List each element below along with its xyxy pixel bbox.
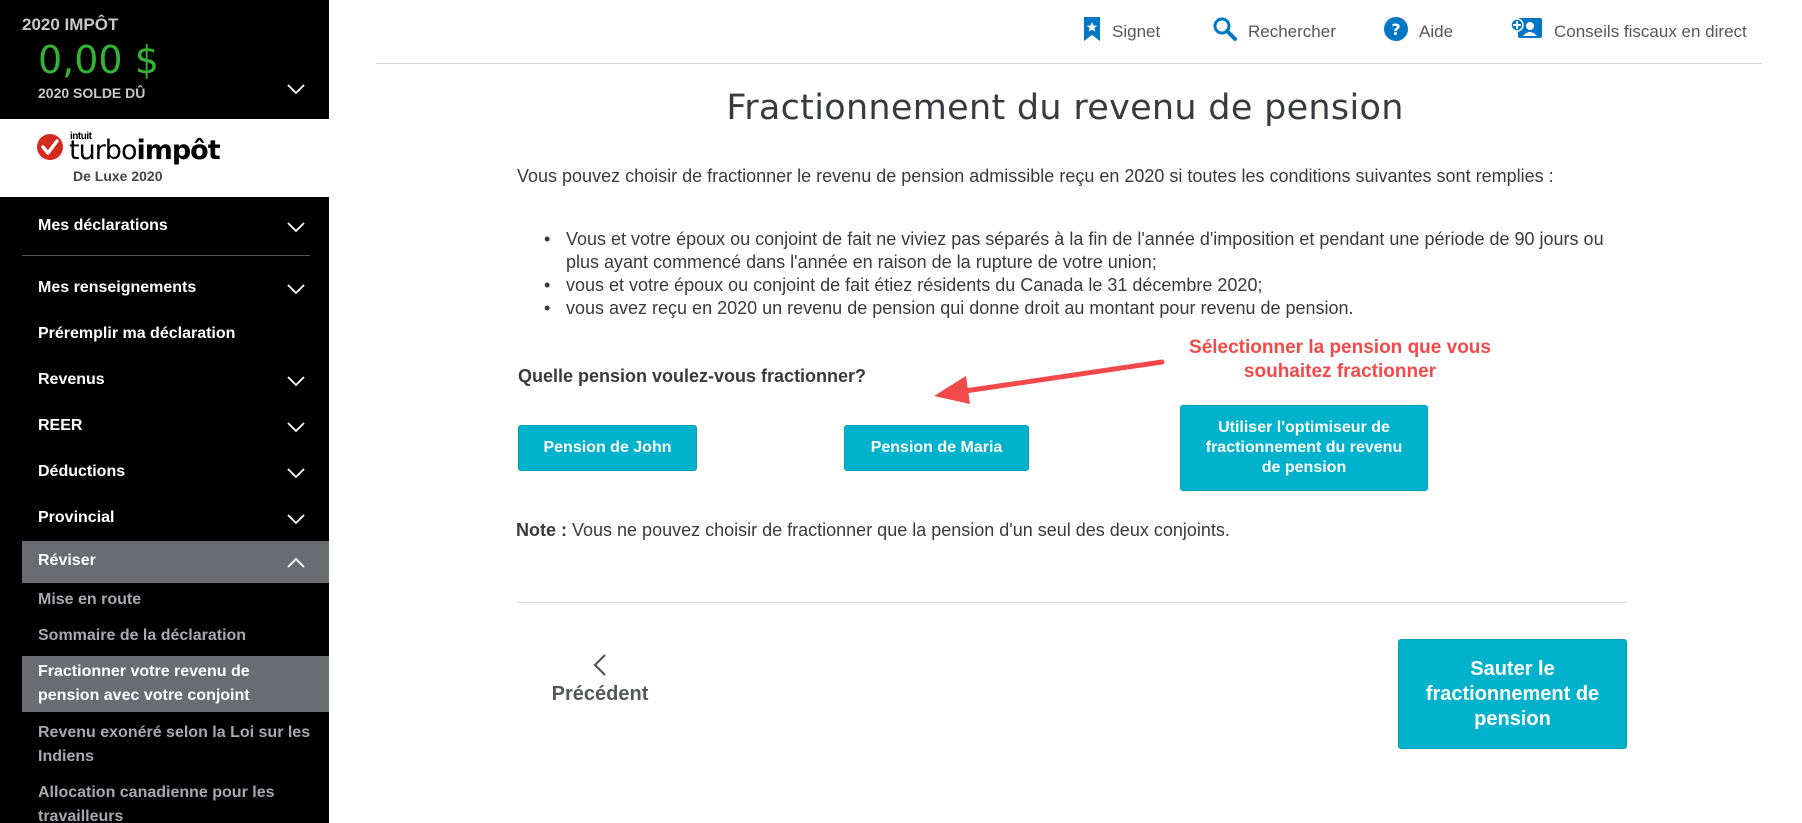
pension-optimizer-button[interactable]: Utiliser l'optimiseur de fractionnement … [1180, 405, 1428, 491]
page-title: Fractionnement du revenu de pension [726, 88, 1404, 128]
sidebar-item-provincial[interactable]: Provincial [0, 498, 329, 538]
list-item: Vous et votre époux ou conjoint de fait … [540, 228, 1620, 274]
help-link[interactable]: ? Aide [1383, 16, 1453, 47]
chevron-down-icon [287, 282, 305, 300]
sidebar-subitem-fractionner[interactable]: Fractionner votre revenu de pension avec… [22, 656, 329, 712]
checkmark-logo-icon [36, 133, 64, 166]
sidebar-subitem-mise-en-route[interactable]: Mise en route [38, 588, 318, 612]
chevron-down-icon [287, 512, 305, 530]
intro-text: Vous pouvez choisir de fractionner le re… [517, 166, 1554, 186]
balance-panel[interactable]: 2020 IMPÔT 0,00 $ 2020 SOLDE DÛ [0, 0, 329, 119]
brand-bold: impôt [136, 135, 220, 166]
sidebar-item-reer[interactable]: REER [0, 406, 329, 446]
top-bar: Signet Rechercher ? Aide Conseils fiscau… [376, 0, 1762, 64]
sidebar: 2020 IMPÔT 0,00 $ 2020 SOLDE DÛ intuit t… [0, 0, 329, 823]
sidebar-subitem-sommaire[interactable]: Sommaire de la déclaration [38, 624, 318, 648]
edition-label: De Luxe 2020 [73, 168, 163, 184]
live-advice-link[interactable]: Conseils fiscaux en direct [1510, 16, 1747, 47]
sidebar-item-label: Préremplir ma déclaration [38, 325, 236, 342]
live-advice-label: Conseils fiscaux en direct [1554, 21, 1747, 41]
help-icon: ? [1383, 16, 1419, 47]
sidebar-item-label: Réviser [38, 552, 96, 569]
brand-light: turbo [69, 135, 137, 166]
annotation-arrow-icon [930, 350, 1170, 415]
note-body: Vous ne pouvez choisir de fractionner qu… [567, 520, 1230, 540]
sidebar-subitem-allocation[interactable]: Allocation canadienne pour les travaille… [38, 781, 318, 823]
product-logo: intuit turboimpôt De Luxe 2020 [0, 119, 329, 197]
bookmark-link[interactable]: Signet [1082, 16, 1160, 47]
annotation-text: Sélectionner la pension que vous souhait… [1189, 337, 1491, 382]
svg-text:?: ? [1391, 20, 1400, 39]
help-label: Aide [1419, 21, 1454, 41]
sidebar-divider [22, 255, 310, 256]
sidebar-item-revenus[interactable]: Revenus [0, 360, 329, 400]
conditions-list: Vous et votre époux ou conjoint de fait … [540, 228, 1620, 320]
sidebar-item-label: REER [38, 417, 83, 434]
sidebar-item-label: Mes renseignements [38, 279, 197, 296]
brand-wordmark: turboimpôt [69, 135, 221, 166]
sidebar-item-label: Déductions [38, 463, 126, 480]
sidebar-item-label: Mes déclarations [38, 217, 168, 234]
sidebar-subitem-revenu-exonere[interactable]: Revenu exonéré selon la Loi sur les Indi… [38, 721, 318, 769]
balance-subtitle: 2020 SOLDE DÛ [38, 85, 146, 101]
chevron-down-icon [287, 374, 305, 392]
list-item: vous et votre époux ou conjoint de fait … [540, 274, 1620, 297]
search-label: Rechercher [1248, 21, 1336, 41]
previous-label: Précédent [551, 683, 649, 705]
sidebar-item-deductions[interactable]: Déductions [0, 452, 329, 492]
sidebar-item-label: Revenus [38, 371, 105, 388]
skip-pension-split-button[interactable]: Sauter le fractionnement de pension [1398, 639, 1627, 749]
chevron-left-icon [545, 653, 655, 677]
chevron-up-icon [287, 555, 305, 573]
pension-question: Quelle pension voulez-vous fractionner? [518, 366, 867, 386]
balance-amount: 0,00 $ [38, 38, 159, 82]
previous-button[interactable]: Précédent [545, 653, 655, 706]
divider [517, 602, 1627, 603]
sidebar-item-label: Provincial [38, 509, 115, 526]
chevron-down-icon[interactable] [287, 82, 305, 100]
note-label: Note : [516, 520, 567, 540]
live-expert-icon [1510, 16, 1554, 47]
sidebar-item-mes-declarations[interactable]: Mes déclarations [0, 206, 329, 246]
sidebar-item-reviser[interactable]: Réviser [22, 541, 329, 583]
bookmark-label: Signet [1112, 21, 1161, 41]
chevron-down-icon [287, 420, 305, 438]
list-item: vous avez reçu en 2020 un revenu de pens… [540, 297, 1620, 320]
chevron-down-icon [287, 220, 305, 238]
sidebar-item-mes-renseignements[interactable]: Mes renseignements [0, 268, 329, 308]
bookmark-icon [1082, 16, 1112, 47]
pension-maria-button[interactable]: Pension de Maria [844, 425, 1029, 471]
note-text: Note : Vous ne pouvez choisir de fractio… [516, 520, 1230, 541]
pension-john-button[interactable]: Pension de John [518, 425, 697, 471]
search-icon [1212, 16, 1248, 47]
chevron-down-icon [287, 466, 305, 484]
sidebar-item-preremplir[interactable]: Préremplir ma déclaration [0, 314, 329, 354]
search-link[interactable]: Rechercher [1212, 16, 1336, 47]
tax-year-label: 2020 IMPÔT [22, 15, 119, 34]
